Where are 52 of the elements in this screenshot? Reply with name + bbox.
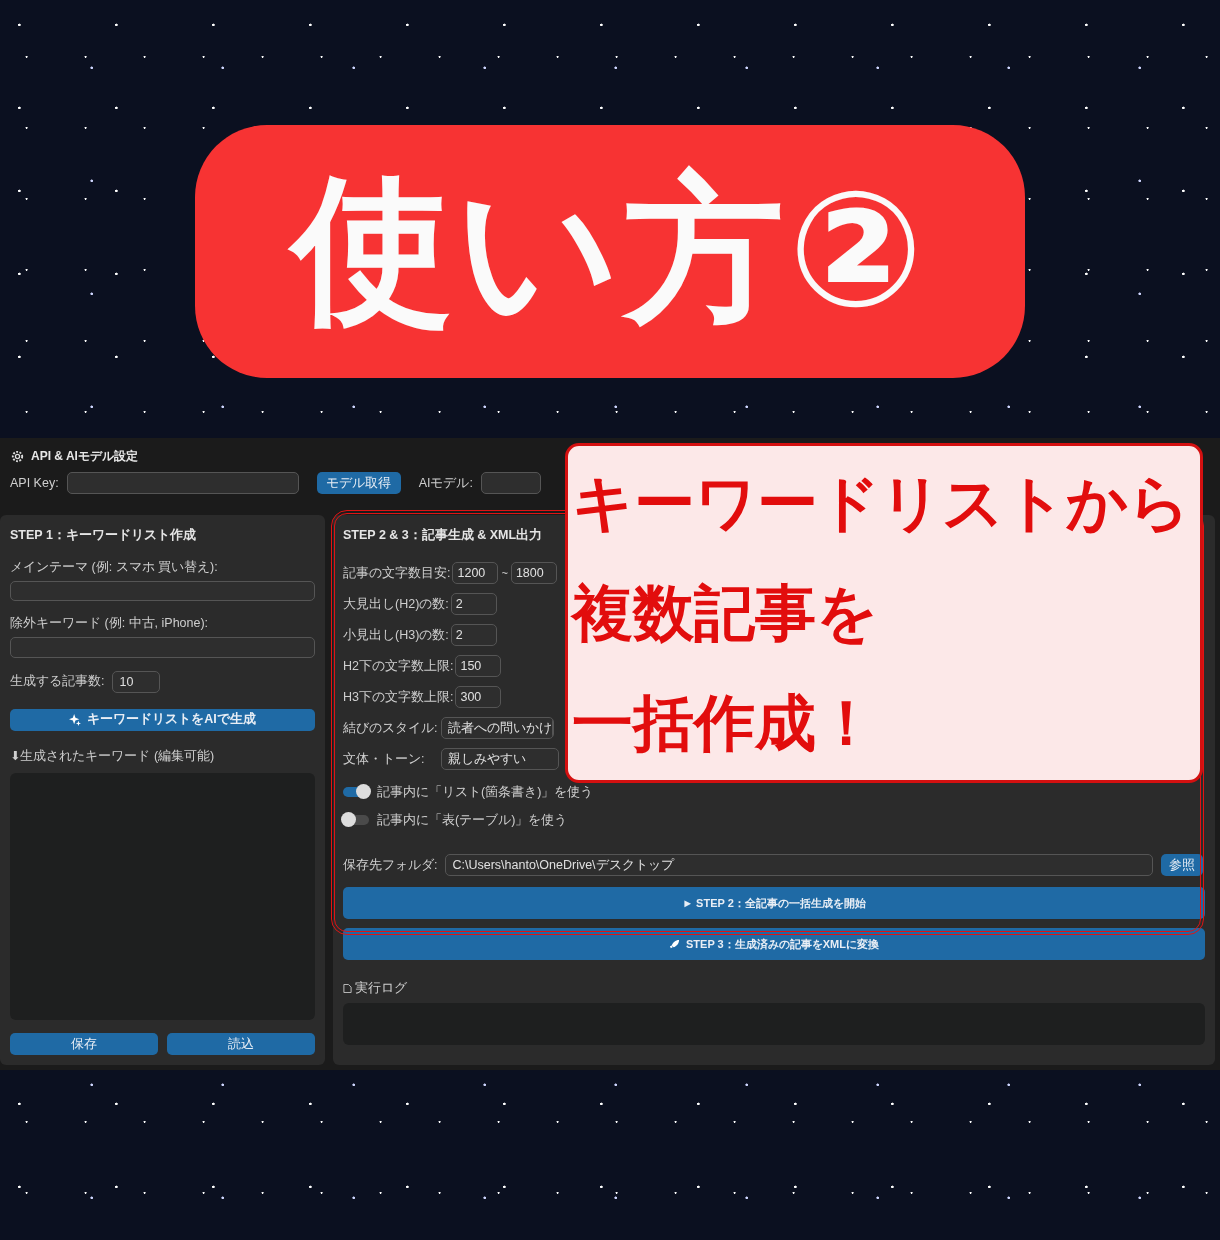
toggle-switch[interactable] bbox=[343, 787, 369, 797]
article-count-field[interactable]: 10 bbox=[112, 671, 161, 693]
setting-label: 文体・トーン: bbox=[343, 750, 426, 768]
step1-title: STEP 1：キーワードリスト作成 bbox=[10, 527, 197, 544]
number-field[interactable]: 150 bbox=[455, 655, 502, 677]
min-length-field[interactable]: 1200 bbox=[452, 562, 499, 584]
generate-keywords-button[interactable]: キーワードリストをAIで生成 bbox=[10, 709, 315, 731]
setting-label: H3下の文字数上限: bbox=[343, 688, 454, 706]
exclude-keyword-field[interactable] bbox=[10, 637, 315, 658]
exclude-keyword-label: 除外キーワード (例: 中古, iPhone): bbox=[10, 615, 210, 633]
max-length-field[interactable]: 1800 bbox=[510, 562, 557, 584]
api-key-field[interactable] bbox=[66, 472, 299, 494]
sparkle-icon bbox=[69, 713, 82, 726]
callout-text: 複数記事を bbox=[572, 578, 878, 649]
number-field[interactable]: 2 bbox=[450, 593, 497, 615]
settings-title: API & AIモデル設定 bbox=[31, 447, 138, 465]
start-generation-button[interactable]: ► STEP 2：全記事の一括生成を開始 bbox=[343, 887, 1205, 919]
number-field[interactable]: 300 bbox=[455, 686, 502, 708]
callout-text: キーワードリストから bbox=[572, 468, 1190, 539]
toggle-label: 記事内に「リスト(箇条書き)」を使う bbox=[377, 783, 594, 801]
ai-model-label: AIモデル: bbox=[418, 474, 473, 492]
save-button[interactable]: 保存 bbox=[10, 1033, 158, 1055]
keywords-label: ⬇生成されたキーワード (編集可能) bbox=[10, 747, 216, 765]
browse-button[interactable]: 参照 bbox=[1161, 854, 1203, 876]
folder-path-field[interactable]: C:\Users\hanto\OneDrive\デスクトップ bbox=[445, 854, 1153, 876]
log-label: 実行ログ bbox=[355, 980, 407, 997]
setting-label: H2下の文字数上限: bbox=[343, 657, 454, 675]
tone-dropdown[interactable]: 親しみやすい bbox=[441, 748, 559, 770]
folder-label: 保存先フォルダ: bbox=[343, 856, 438, 874]
ai-model-dropdown[interactable] bbox=[480, 472, 541, 494]
rocket-icon bbox=[669, 938, 681, 950]
range-separator: ~ bbox=[501, 567, 508, 579]
toggle-switch[interactable] bbox=[343, 815, 369, 825]
setting-label: 記事の文字数目安: bbox=[343, 564, 451, 582]
convert-xml-button[interactable]: STEP 3：生成済みの記事をXMLに変換 bbox=[343, 928, 1205, 960]
step2-title: STEP 2 & 3：記事生成 & XML出力 bbox=[343, 527, 544, 544]
setting-label: 小見出し(H3)の数: bbox=[343, 626, 449, 644]
document-icon bbox=[343, 984, 352, 993]
style-dropdown[interactable]: 読者への問いかけ bbox=[441, 717, 554, 739]
toggle-label: 記事内に「表(テーブル)」を使う bbox=[377, 811, 568, 829]
fetch-models-button[interactable]: モデル取得 bbox=[316, 472, 401, 494]
number-field[interactable]: 2 bbox=[450, 624, 497, 646]
callout-text: 一括作成！ bbox=[572, 688, 877, 759]
article-count-label: 生成する記事数: bbox=[10, 673, 105, 691]
setting-label: 大見出し(H2)の数: bbox=[343, 595, 449, 613]
main-theme-field[interactable] bbox=[10, 580, 315, 602]
gear-icon bbox=[10, 448, 25, 464]
api-key-label: API Key: bbox=[10, 476, 59, 490]
load-button[interactable]: 読込 bbox=[167, 1033, 315, 1055]
setting-label: 結びのスタイル: bbox=[343, 719, 439, 737]
title-banner: 使い方② bbox=[195, 125, 1025, 378]
main-theme-label: メインテーマ (例: スマホ 買い替え): bbox=[10, 558, 219, 576]
